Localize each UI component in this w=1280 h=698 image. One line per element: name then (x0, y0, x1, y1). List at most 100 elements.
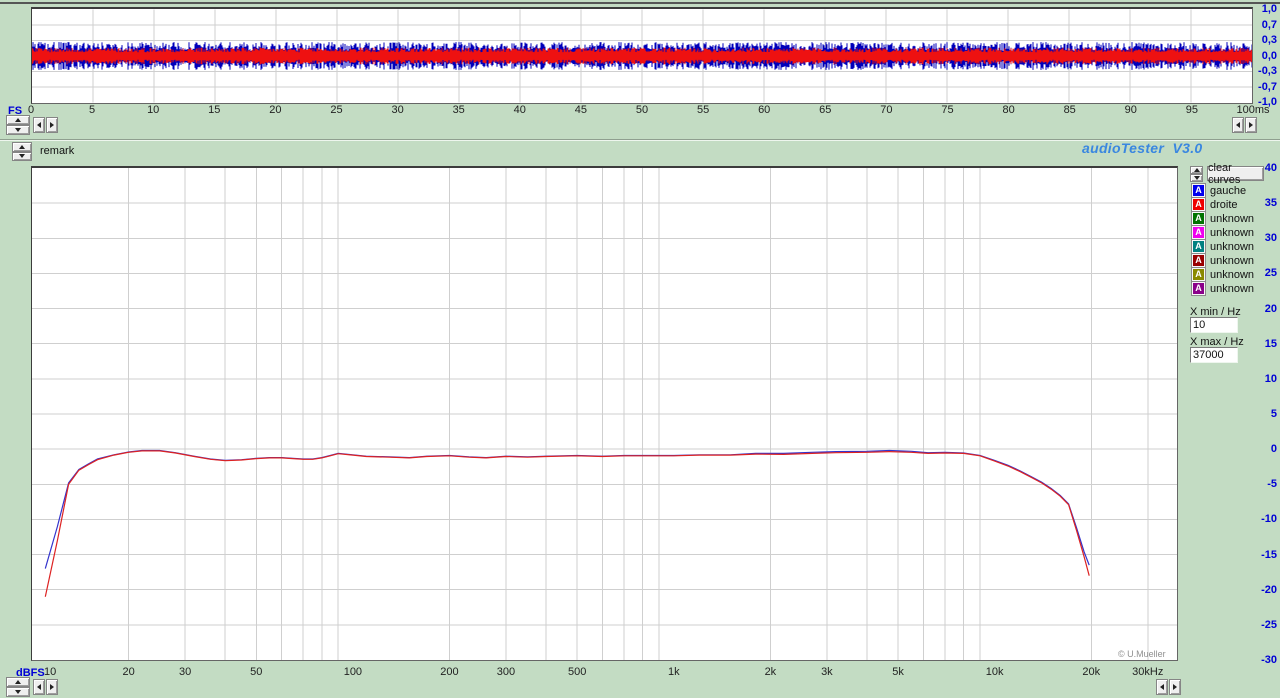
spinner-up-button[interactable] (12, 142, 32, 152)
analyzer-y-tick-label: -15 (1261, 548, 1277, 561)
analyzer-scroll-right-button-right-side[interactable] (1169, 679, 1181, 695)
scope-x-tick-label: 85 (1063, 104, 1076, 116)
scope-y-tick-label: -0,3 (1258, 65, 1277, 77)
right-arrow-icon (1249, 122, 1253, 128)
left-arrow-icon (1160, 684, 1164, 690)
up-arrow-icon (15, 118, 21, 122)
spinner-up-button[interactable] (1190, 166, 1203, 174)
analyzer-x-tick-label: 3k (821, 666, 833, 678)
remark-label: remark (40, 145, 75, 157)
legend-item-label: droite (1210, 198, 1238, 211)
scope-x-tick-label: 25 (330, 104, 343, 116)
scope-y-spinner (6, 115, 30, 135)
analyzer-y-tick-label: 35 (1264, 197, 1277, 210)
down-arrow-icon (1193, 176, 1200, 180)
frequency-response-chart (32, 168, 1177, 660)
left-arrow-icon (37, 684, 41, 690)
x-min-input[interactable] (1190, 317, 1238, 333)
scope-plot[interactable] (31, 7, 1253, 104)
legend-color-icon[interactable]: A (1192, 282, 1205, 295)
analyzer-y-tick-label: 40 (1264, 162, 1277, 174)
analyzer-y-spinner (6, 677, 30, 697)
legend-color-icon[interactable]: A (1192, 212, 1205, 225)
remark-spinner (12, 142, 32, 161)
legend-item-label: gauche (1210, 184, 1247, 197)
analyzer-x-tick-label: 200 (440, 666, 459, 678)
spinner-up-button[interactable] (6, 677, 30, 687)
scope-x-tick-label: 10 (147, 104, 160, 116)
analyzer-y-tick-label: -25 (1261, 618, 1277, 631)
legend-item: Aunknown (1192, 282, 1254, 295)
legend-color-icon[interactable]: A (1192, 240, 1205, 253)
legend-color-icon[interactable]: A (1192, 268, 1205, 281)
right-arrow-icon (50, 684, 54, 690)
analyzer-y-tick-label: 0 (1270, 443, 1277, 456)
legend-item-label: unknown (1210, 240, 1255, 253)
analyzer-y-tick-label: 25 (1264, 267, 1277, 280)
scope-x-tick-label: 30 (391, 104, 404, 116)
analyzer-x-tick-label: 50 (250, 666, 263, 678)
analyzer-y-tick-label: -30 (1261, 654, 1277, 666)
analyzer-y-tick-label: 15 (1264, 337, 1277, 350)
legend-item: Aunknown (1192, 254, 1254, 267)
scope-x-tick-label: 100ms (1236, 104, 1270, 116)
legend-color-icon[interactable]: A (1192, 198, 1205, 211)
scope-x-tick-label: 35 (452, 104, 465, 116)
analyzer-x-tick-label: 2k (764, 666, 777, 678)
legend-item: Agauche (1192, 184, 1246, 197)
analyzer-x-tick-label: 100 (343, 666, 363, 678)
legend-color-icon[interactable]: A (1192, 254, 1205, 267)
analyzer-x-tick-label: 1k (667, 666, 680, 678)
legend-item: Aunknown (1192, 268, 1254, 281)
scope-y-tick-label: 0,7 (1261, 18, 1277, 31)
analyzer-x-tick-label: 5k (892, 666, 904, 678)
audiotester-window: 1,0 0,7 0,3 0,0 -0,3 -0,7 -1,0 FS 0 5 10 15 20 25 30… (0, 0, 1280, 698)
app-title: audioTester V3.0 (1082, 140, 1203, 156)
spinner-down-button[interactable] (6, 687, 30, 697)
analyzer-x-tick-label: 10k (985, 666, 1004, 678)
analyzer-x-tick-label: 30 (178, 666, 192, 678)
analyzer-y-tick-label: 30 (1264, 232, 1277, 245)
legend-item: Aunknown (1192, 240, 1254, 253)
analyzer-x-tick-label: 30kHz (1132, 666, 1164, 678)
analyzer-scroll-left-button[interactable] (33, 679, 45, 695)
analyzer-scroll-left-button-right-side[interactable] (1156, 679, 1168, 695)
clear-curves-button[interactable]: clear curves (1207, 162, 1264, 186)
scope-waveform (32, 9, 1252, 103)
x-max-input[interactable] (1190, 347, 1238, 363)
analyzer-y-tick-label: -5 (1267, 478, 1277, 491)
analyzer-plot[interactable] (31, 166, 1178, 661)
scope-x-tick-label: 80 (1002, 104, 1015, 116)
scope-scroll-right-button[interactable] (46, 117, 58, 133)
analyzer-y-tick-label: 20 (1264, 302, 1277, 315)
analyzer-y-tick-label: 5 (1270, 408, 1277, 420)
scope-scroll-left-button[interactable] (33, 117, 45, 133)
legend-color-icon[interactable]: A (1192, 226, 1205, 239)
spinner-up-button[interactable] (6, 115, 30, 125)
analyzer-x-tick-label: 500 (567, 666, 587, 678)
scope-x-tick-label: 15 (208, 104, 221, 116)
scope-x-tick-label: 70 (880, 104, 893, 116)
scope-x-tick-label: 90 (1124, 104, 1137, 116)
scope-x-tick-label: 50 (635, 104, 649, 116)
scope-scroll-left-button-right-side[interactable] (1232, 117, 1244, 133)
scope-x-tick-label: 65 (819, 104, 832, 116)
spinner-down-button[interactable] (12, 151, 32, 161)
legend-color-icon[interactable]: A (1192, 184, 1205, 197)
analyzer-x-tick-label: 20 (122, 666, 135, 678)
analyzer-x-tick-label: 20k (1082, 666, 1101, 678)
scope-scroll-right-button-right-side[interactable] (1245, 117, 1257, 133)
analyzer-scroll-right-button[interactable] (46, 679, 58, 695)
copyright-label: © U.Mueller (1118, 649, 1166, 659)
spinner-down-button[interactable] (6, 125, 30, 135)
legend-item-label: unknown (1210, 282, 1255, 295)
legend-item: Adroite (1192, 198, 1238, 211)
right-arrow-icon (1173, 684, 1177, 690)
scope-y-tick-label: -0,7 (1258, 80, 1277, 93)
scope-x-tick-label: 5 (89, 104, 96, 116)
legend-item-label: unknown (1210, 254, 1255, 267)
legend-item-label: unknown (1210, 212, 1255, 225)
analyzer-y-tick-label: -10 (1261, 513, 1277, 526)
spinner-down-button[interactable] (1190, 174, 1203, 182)
top-border (0, 2, 1280, 4)
